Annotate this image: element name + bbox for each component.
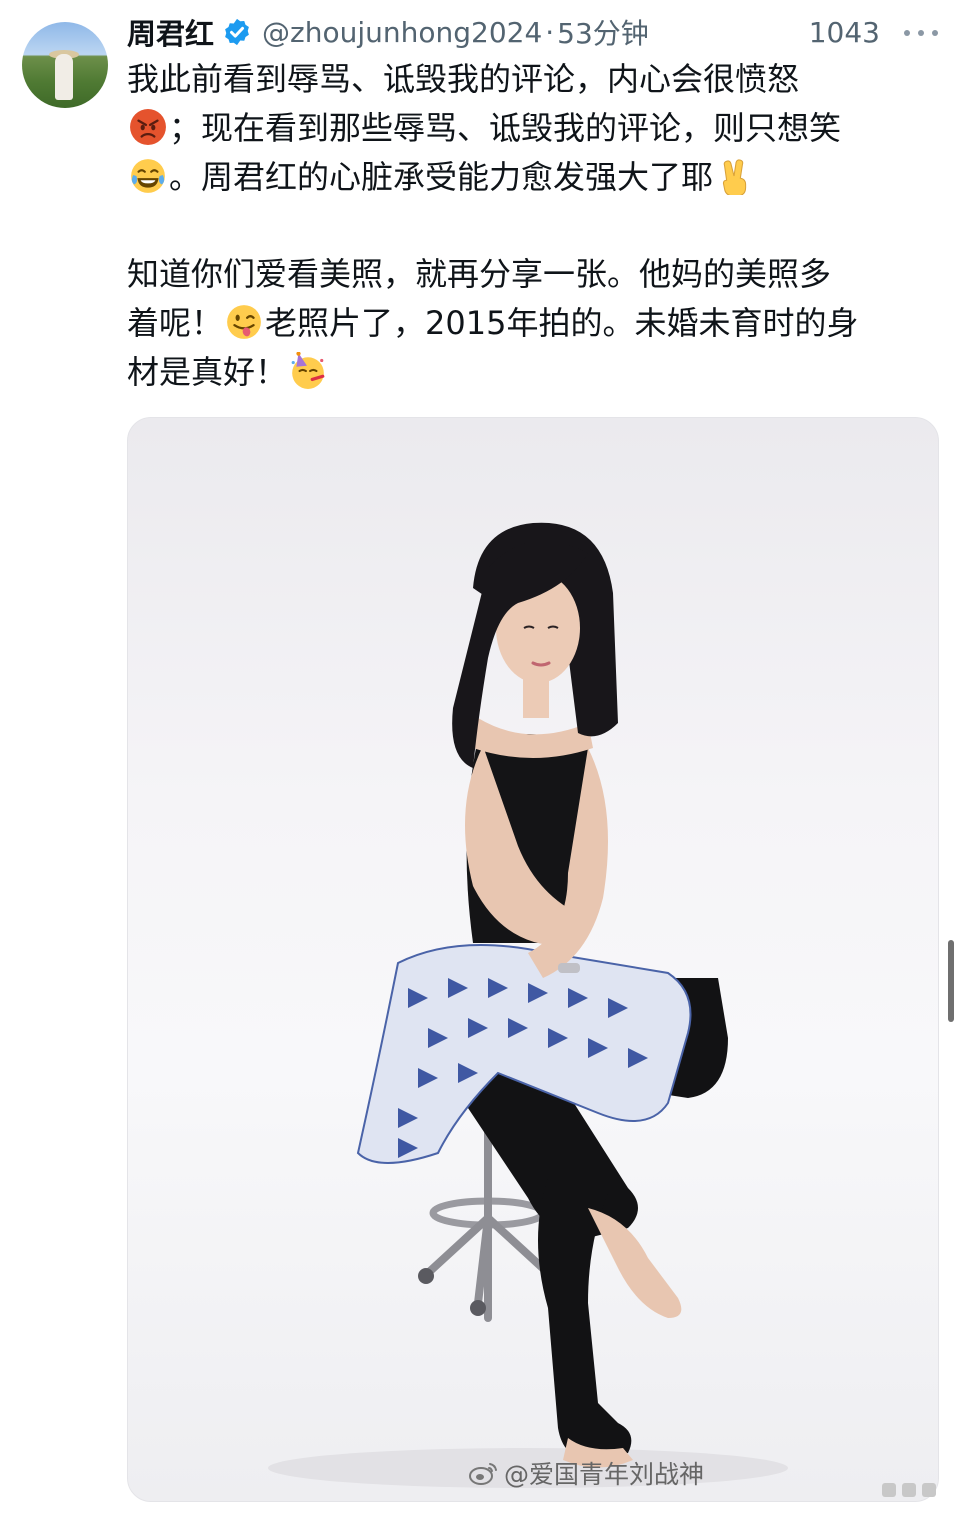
text-line: 知道你们爱看美照，就再分享一张。他妈的美照多 — [127, 255, 832, 293]
control-dot-icon — [902, 1483, 916, 1497]
photo-illustration — [268, 522, 788, 1488]
author-handle[interactable]: @zhoujunhong2024 — [262, 16, 542, 49]
avatar[interactable] — [22, 22, 108, 108]
more-dot-icon — [918, 30, 924, 36]
avatar-figure — [55, 54, 73, 100]
text-line: 。周君红的心脏承受能力愈发强大了耶 — [169, 158, 714, 196]
more-dot-icon — [904, 30, 910, 36]
text-line: 我此前看到辱骂、诋毁我的评论，内心会很愤怒 — [127, 60, 800, 98]
control-dot-icon — [882, 1483, 896, 1497]
tears-of-joy-icon — [131, 159, 165, 193]
paragraph-2: 知道你们爱看美照，就再分享一张。他妈的美照多 着呢！ 老照片了，2015年拍的。… — [127, 250, 939, 397]
verified-badge-icon — [225, 18, 249, 46]
scrollbar[interactable] — [948, 940, 954, 1022]
torso — [465, 718, 608, 978]
text-line: ；现在看到那些辱骂、诋毁我的评论，则只想笑 — [169, 109, 842, 147]
paragraph-1: 我此前看到辱骂、诋毁我的评论，内心会很愤怒 ；现在看到那些辱骂、诋毁我的评论，则… — [127, 55, 939, 202]
head — [452, 522, 618, 768]
tweet-header: 周君红 @zhoujunhong2024 · 53分钟 — [127, 10, 649, 54]
partying-face-icon — [291, 352, 325, 389]
author-name[interactable]: 周君红 — [127, 11, 214, 53]
view-count: 1043 — [808, 15, 880, 49]
post-time[interactable]: 53分钟 — [557, 12, 649, 52]
watermark-text: @爱国青年刘战神 — [504, 1460, 705, 1489]
weibo-logo-icon — [469, 1463, 497, 1485]
control-dot-icon — [922, 1483, 936, 1497]
text-line: 老照片了，2015年拍的。未婚未育时的身 — [265, 304, 859, 342]
more-dot-icon — [932, 30, 938, 36]
text-line: 着呢！ — [127, 304, 224, 342]
post-text: 我此前看到辱骂、诋毁我的评论，内心会很愤怒 ；现在看到那些辱骂、诋毁我的评论，则… — [127, 55, 939, 397]
more-options-button[interactable] — [904, 18, 938, 48]
text-line: 材是真好！ — [127, 353, 288, 391]
winking-tongue-icon — [227, 305, 261, 339]
angry-face-icon — [130, 109, 166, 145]
photo-watermark: @爱国青年刘战神 — [468, 1455, 704, 1491]
page-control-icon — [882, 1483, 936, 1497]
separator-dot: · — [545, 15, 555, 49]
victory-hand-icon — [722, 159, 747, 195]
post-photo[interactable]: @爱国青年刘战神 — [127, 417, 939, 1502]
tweet: 周君红 @zhoujunhong2024 · 53分钟 1043 我此前看到辱骂… — [0, 0, 960, 1519]
